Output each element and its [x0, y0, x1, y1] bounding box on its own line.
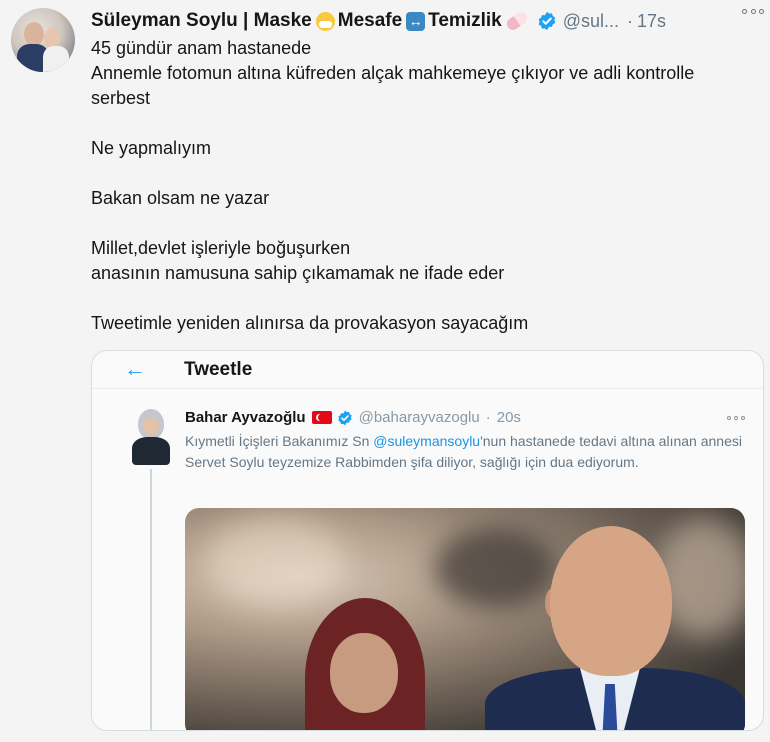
- photo-background-blur: [435, 528, 555, 608]
- tweet[interactable]: Süleyman Soylu | Maske Mesafe ↔ Temizlik…: [0, 0, 770, 742]
- tweet-timestamp[interactable]: 17s: [637, 11, 666, 32]
- more-dot: [750, 8, 756, 14]
- thread-line: [150, 469, 152, 730]
- inner-author-name[interactable]: Bahar Ayvazoğlu: [185, 409, 306, 426]
- quoted-screenshot[interactable]: ← Tweetle Bahar Ayvazoğlu @baharayvazogl…: [91, 350, 764, 731]
- face-with-medical-mask-icon: [315, 11, 335, 31]
- tweet-text: 45 gündür anam hastanede Annemle fotomun…: [91, 36, 751, 336]
- inner-text-before: Kıymetli İçişleri Bakanımız Sn: [185, 433, 374, 449]
- photo-background-blur: [205, 518, 345, 608]
- tweet-paragraph: Millet,devlet işleriyle boğuşurken anası…: [91, 238, 505, 283]
- inner-author-avatar[interactable]: [130, 409, 174, 465]
- photo-woman-face: [330, 633, 398, 713]
- verified-badge-icon: [538, 11, 556, 31]
- separator-dot: ·: [485, 409, 491, 426]
- avatar-face: [143, 417, 159, 435]
- more-dot: [759, 8, 764, 14]
- quote-header: ← Tweetle: [92, 351, 763, 389]
- tweet-header: Süleyman Soylu | Maske Mesafe ↔ Temizlik…: [91, 8, 760, 34]
- quote-title: Tweetle: [184, 359, 253, 380]
- author-name-part-2[interactable]: Mesafe: [338, 10, 402, 32]
- verified-badge-icon: [337, 410, 352, 425]
- inner-tweet-header: Bahar Ayvazoğlu @baharayvazoglu · 20s: [185, 409, 521, 426]
- more-dot: [727, 416, 731, 420]
- pill-icon: [504, 9, 530, 33]
- more-options-icon[interactable]: [742, 6, 764, 16]
- back-arrow-icon[interactable]: ←: [124, 356, 146, 382]
- turkey-flag-icon: [311, 411, 332, 424]
- avatar-body: [132, 437, 170, 465]
- more-dot: [734, 416, 738, 420]
- inner-timestamp[interactable]: 20s: [497, 409, 521, 426]
- tweet-paragraph: Ne yapmalıyım: [91, 138, 212, 158]
- separator-dot: ·: [627, 10, 634, 31]
- author-handle[interactable]: @sul...: [563, 11, 619, 32]
- avatar-shirt-2: [43, 46, 69, 72]
- more-dot: [741, 416, 745, 420]
- author-name[interactable]: Süleyman Soylu | Maske: [91, 10, 312, 32]
- mention-link[interactable]: @suleymansoylu: [373, 433, 480, 449]
- inner-author-handle[interactable]: @baharayvazoglu: [359, 409, 480, 426]
- avatar-person-2: [44, 28, 60, 48]
- more-options-icon[interactable]: [727, 416, 745, 422]
- tweet-paragraph: Bakan olsam ne yazar: [91, 188, 270, 208]
- left-right-arrow-icon: ↔: [406, 11, 426, 31]
- avatar-person-1: [24, 22, 44, 46]
- tweet-paragraph: 45 gündür anam hastanede Annemle fotomun…: [91, 38, 695, 108]
- more-dot: [742, 8, 747, 14]
- tweet-paragraph: Tweetimle yeniden alınırsa da provakasyo…: [91, 313, 529, 333]
- photo-man-head: [550, 526, 672, 676]
- tweet-photo[interactable]: [185, 508, 745, 730]
- inner-tweet-text: Kıymetli İçişleri Bakanımız Sn @suleyman…: [185, 431, 745, 473]
- author-avatar[interactable]: [11, 8, 75, 72]
- author-name-part-3[interactable]: Temizlik: [428, 10, 502, 32]
